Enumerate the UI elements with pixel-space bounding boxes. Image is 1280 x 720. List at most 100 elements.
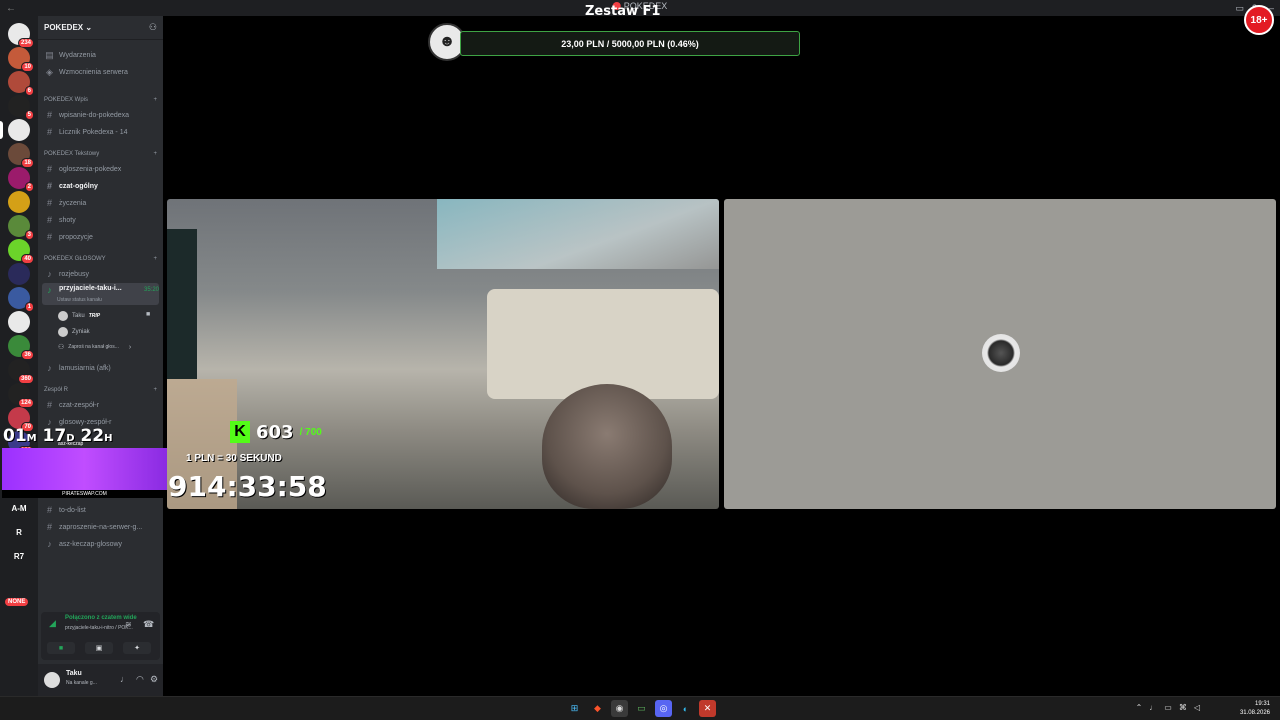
network-icon[interactable]: ⌘: [1179, 703, 1187, 712]
participant-avatar: [982, 334, 1020, 372]
mention-badge: 3: [24, 230, 34, 240]
category-label: Zespół R: [44, 387, 69, 393]
avatar[interactable]: [44, 672, 60, 688]
server-icon-server-16[interactable]: 124: [8, 383, 34, 408]
channel-item[interactable]: # czat-zespół-r: [42, 398, 159, 412]
channel-item-unread[interactable]: # czat-ogólny: [42, 179, 159, 193]
add-channel-icon[interactable]: +: [153, 387, 157, 393]
channel-item[interactable]: # shoty: [42, 213, 159, 227]
hash-icon: #: [46, 110, 52, 120]
add-channel-icon[interactable]: +: [153, 256, 157, 262]
user-tag: TRIP: [88, 313, 101, 319]
voice-user[interactable]: Zyniak: [58, 327, 90, 337]
server-icon-server-11[interactable]: [8, 263, 30, 285]
add-channel-icon[interactable]: +: [153, 97, 157, 103]
channel-item[interactable]: # Licznik Pokedexa - 14: [42, 125, 159, 139]
mention-badge: 2: [24, 182, 34, 192]
voice-channel-item[interactable]: ♪ asz-keczap-glosowy: [42, 537, 159, 551]
voice-connected-channel[interactable]: przyjaciele-taku-i-nitro / POK...: [65, 625, 133, 631]
channel-item[interactable]: # zaproszenie-na-serwer-g...: [42, 520, 159, 534]
channel-item[interactable]: # życzenia: [42, 196, 159, 210]
disconnect-icon[interactable]: ☎: [143, 619, 154, 630]
microphone-icon[interactable]: ♩: [120, 674, 129, 684]
scene-person: [542, 384, 672, 509]
server-icon-server-2[interactable]: 10: [8, 47, 34, 72]
monitor-icon[interactable]: ▭: [1164, 703, 1172, 712]
server-icon-pokedex[interactable]: [8, 119, 30, 141]
gear-icon[interactable]: ⚙: [150, 674, 158, 685]
user-name[interactable]: Taku: [66, 670, 82, 677]
volume-icon[interactable]: ◁: [1194, 703, 1200, 712]
category-tekstowy[interactable]: POKEDEX Tekstowy +: [44, 151, 157, 157]
add-friend-icon[interactable]: ⚇: [149, 22, 157, 33]
channel-label: życzenia: [59, 199, 87, 207]
voice-status-set[interactable]: Ustaw status kanału: [57, 297, 102, 303]
server-icon-server-13[interactable]: [8, 311, 30, 333]
channel-label: czat-zespół-r: [59, 401, 100, 409]
channel-item[interactable]: # wpisanie-do-pokedexa: [42, 108, 159, 122]
server-icon-server-7[interactable]: 2: [8, 167, 34, 192]
terminal-icon[interactable]: ▭: [633, 700, 650, 717]
headphones-icon[interactable]: ◠: [136, 674, 144, 685]
scene-ceiling: [437, 199, 719, 269]
invite-to-voice[interactable]: ⚇ Zaproś na kanał głos... ›: [58, 343, 131, 352]
clock[interactable]: 19:31 31.08.2026: [1240, 700, 1270, 718]
edge-icon[interactable]: ◐: [677, 700, 694, 717]
channel-label: ogloszenia-pokedex: [59, 165, 122, 173]
server-icon-server-4[interactable]: 5: [8, 95, 34, 120]
channel-item[interactable]: # to-do-list: [42, 503, 159, 517]
start-icon[interactable]: ⊞: [566, 700, 583, 717]
channel-item[interactable]: # ogloszenia-pokedex: [42, 162, 159, 176]
kick-count: 603: [256, 421, 294, 443]
afk-channel-item[interactable]: ♪ lamusiarnia (afk): [42, 361, 159, 375]
server-header[interactable]: POKEDEX ⌄ ⚇: [38, 16, 163, 40]
boosts-item[interactable]: ◈ Wzmocnienia serwera: [42, 65, 159, 79]
server-icon-server-12[interactable]: 1: [8, 287, 34, 312]
server-folder-a-m[interactable]: A-M: [5, 504, 33, 513]
add-channel-icon[interactable]: +: [153, 151, 157, 157]
server-icon-server-6[interactable]: 18: [8, 143, 34, 168]
channel-label: to-do-list: [59, 506, 86, 514]
screenshare-button[interactable]: ▣: [85, 642, 113, 654]
server-folder-r7[interactable]: R7: [5, 552, 33, 561]
speaker-icon: ♪: [47, 539, 52, 549]
server-icon-server-1[interactable]: 234: [8, 23, 34, 48]
avatar: [58, 327, 68, 337]
category-wpis[interactable]: POKEDEX Wpis +: [44, 97, 157, 103]
brave-browser-icon[interactable]: ◆: [589, 700, 606, 717]
hash-icon: #: [46, 232, 52, 242]
hash-icon: #: [46, 522, 52, 532]
camera-icon: ■: [58, 644, 64, 652]
server-icon-server-9[interactable]: 3: [8, 215, 34, 240]
category-label: POKEDEX Tekstowy: [44, 151, 100, 157]
app-icon[interactable]: ✕: [699, 700, 716, 717]
server-icon-server-10[interactable]: 40: [8, 239, 34, 264]
server-icon-server-8[interactable]: [8, 191, 30, 213]
clock-date: 31.08.2026: [1239, 710, 1270, 716]
channel-sidebar: POKEDEX ⌄ ⚇ ▤ Wydarzenia ◈ Wzmocnienia ser…: [38, 16, 163, 696]
boost-icon: ◈: [46, 66, 53, 77]
boosts-label: Wzmocnienia serwera: [59, 68, 128, 76]
category-glosowy[interactable]: POKEDEX GŁOSOWY +: [44, 256, 157, 262]
obs-icon[interactable]: ◉: [611, 700, 628, 717]
microphone-icon[interactable]: ♩: [1149, 703, 1157, 712]
mention-badge: 1: [24, 302, 34, 312]
voice-user[interactable]: Taku TRIP: [58, 311, 100, 321]
noise-suppression-icon[interactable]: ≋: [125, 620, 132, 629]
server-icon-server-3[interactable]: 6: [8, 71, 34, 96]
inbox-icon[interactable]: ▭: [1235, 3, 1244, 14]
server-icon-server-14[interactable]: 36: [8, 335, 34, 360]
chevron-up-icon[interactable]: ⌃: [1136, 703, 1143, 712]
discord-icon[interactable]: ◎: [655, 700, 672, 717]
sponsor-banner-text: PIRATESWAP.COM: [2, 490, 167, 498]
voice-channel-item[interactable]: ♪ rozjebusy: [42, 267, 159, 281]
activities-button[interactable]: ✦: [123, 642, 151, 654]
screenshare-icon: ▣: [95, 645, 103, 652]
events-item[interactable]: ▤ Wydarzenia: [42, 48, 159, 62]
server-icon-server-15[interactable]: 360: [8, 359, 34, 384]
server-folder-r[interactable]: R: [5, 528, 33, 537]
category-zespol[interactable]: Zespół R +: [44, 387, 157, 393]
back-arrow-icon[interactable]: ←: [6, 3, 16, 14]
camera-button[interactable]: ■: [47, 642, 75, 654]
channel-item[interactable]: # propozycje: [42, 230, 159, 244]
